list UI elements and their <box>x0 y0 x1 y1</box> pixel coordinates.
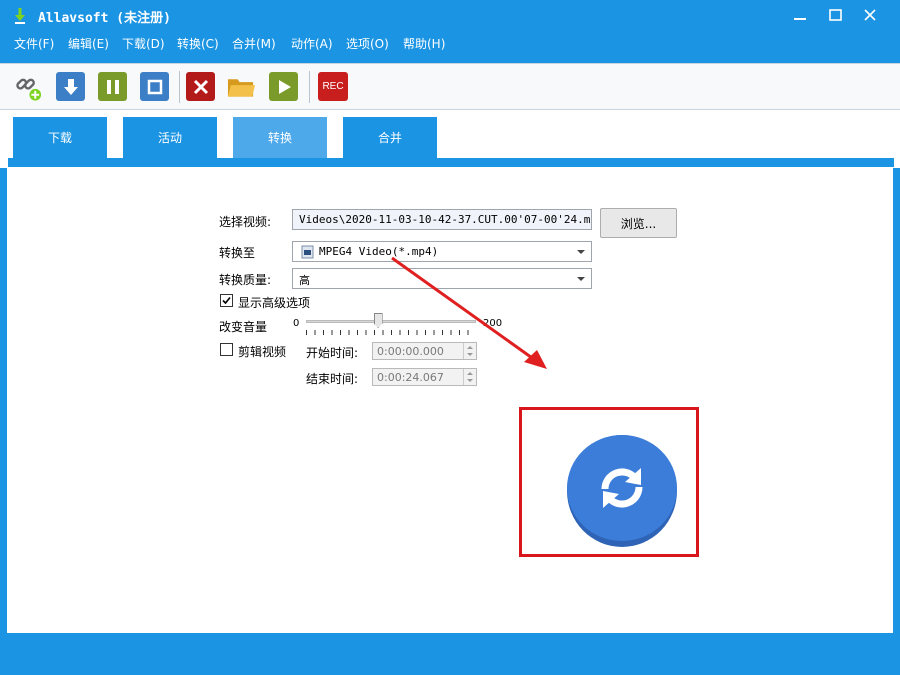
show-advanced-label: 显示高级选项 <box>238 296 311 310</box>
refresh-icon <box>601 468 643 508</box>
volume-min-label: 0 <box>293 318 300 329</box>
status-bar <box>0 633 900 675</box>
toolbar-separator <box>179 71 180 103</box>
menu-download[interactable]: 下载(D) <box>122 35 165 52</box>
record-label: REC <box>322 81 344 92</box>
menu-help[interactable]: 帮助(H) <box>403 35 445 52</box>
convert-to-label: 转换至 <box>219 246 256 260</box>
menu-action[interactable]: 动作(A) <box>291 35 333 52</box>
download-button[interactable] <box>56 72 85 101</box>
tab-convert[interactable]: 转换 <box>233 117 327 159</box>
tab-merge[interactable]: 合并 <box>343 117 437 159</box>
delete-x-icon <box>193 79 208 94</box>
close-button[interactable] <box>855 4 885 26</box>
folder-icon <box>227 78 256 97</box>
toolbar: REC <box>0 63 900 110</box>
window-title: Allavsoft (未注册) <box>38 11 171 26</box>
start-time-label: 开始时间: <box>306 346 359 360</box>
spin-down-icon <box>467 379 473 382</box>
close-icon <box>864 9 876 21</box>
chevron-down-icon <box>577 277 585 281</box>
stop-button[interactable] <box>140 72 169 101</box>
maximize-button[interactable] <box>820 4 850 26</box>
tab-underline-strip <box>8 158 894 167</box>
show-advanced-checkbox[interactable] <box>220 294 233 307</box>
video-file-icon <box>301 245 314 259</box>
add-url-button[interactable] <box>14 72 43 101</box>
delete-button[interactable] <box>186 72 215 101</box>
tab-download[interactable]: 下载 <box>13 117 107 159</box>
quality-value: 高 <box>299 274 310 287</box>
menu-bar: 文件(F) 编辑(E) 下载(D) 转换(C) 合并(M) 动作(A) 选项(O… <box>0 31 900 56</box>
download-icon <box>63 78 78 95</box>
volume-label: 改变音量 <box>219 320 268 334</box>
annotation-arrow <box>391 256 547 369</box>
play-button[interactable] <box>269 72 298 101</box>
menu-merge[interactable]: 合并(M) <box>232 35 276 52</box>
convert-start-button[interactable] <box>567 435 677 547</box>
convert-panel: 选择视频: Videos\2020-11-03-10-42-37.CUT.00'… <box>7 167 893 633</box>
toolbar-separator <box>309 71 310 103</box>
menu-convert[interactable]: 转换(C) <box>177 35 219 52</box>
cut-video-label: 剪辑视频 <box>238 345 287 359</box>
open-folder-button[interactable] <box>227 72 256 101</box>
tab-bar: 下载 活动 转换 合并 <box>0 110 900 168</box>
quality-label: 转换质量: <box>219 273 272 287</box>
checkmark-icon <box>222 296 231 305</box>
end-time-label: 结束时间: <box>306 372 359 386</box>
minimize-icon <box>794 18 806 20</box>
menu-options[interactable]: 选项(O) <box>346 35 389 52</box>
maximize-icon <box>828 9 842 21</box>
cut-video-checkbox[interactable] <box>220 343 233 356</box>
select-video-label: 选择视频: <box>219 215 272 229</box>
tab-activity[interactable]: 活动 <box>123 117 217 159</box>
browse-button[interactable]: 浏览... <box>600 208 677 238</box>
menu-file[interactable]: 文件(F) <box>14 35 54 52</box>
chevron-down-icon <box>577 250 585 254</box>
slider-thumb[interactable] <box>373 313 383 328</box>
minimize-button[interactable] <box>785 4 815 26</box>
title-bar: Allavsoft (未注册) <box>0 0 900 31</box>
video-path-field[interactable]: Videos\2020-11-03-10-42-37.CUT.00'07-00'… <box>292 209 592 230</box>
menu-edit[interactable]: 编辑(E) <box>68 35 109 52</box>
pause-button[interactable] <box>98 72 127 101</box>
app-logo-icon <box>15 8 25 24</box>
link-add-icon <box>16 78 42 101</box>
record-button[interactable]: REC <box>318 72 348 101</box>
pause-icon <box>106 79 119 94</box>
play-icon <box>278 79 291 94</box>
stop-icon <box>147 79 162 94</box>
